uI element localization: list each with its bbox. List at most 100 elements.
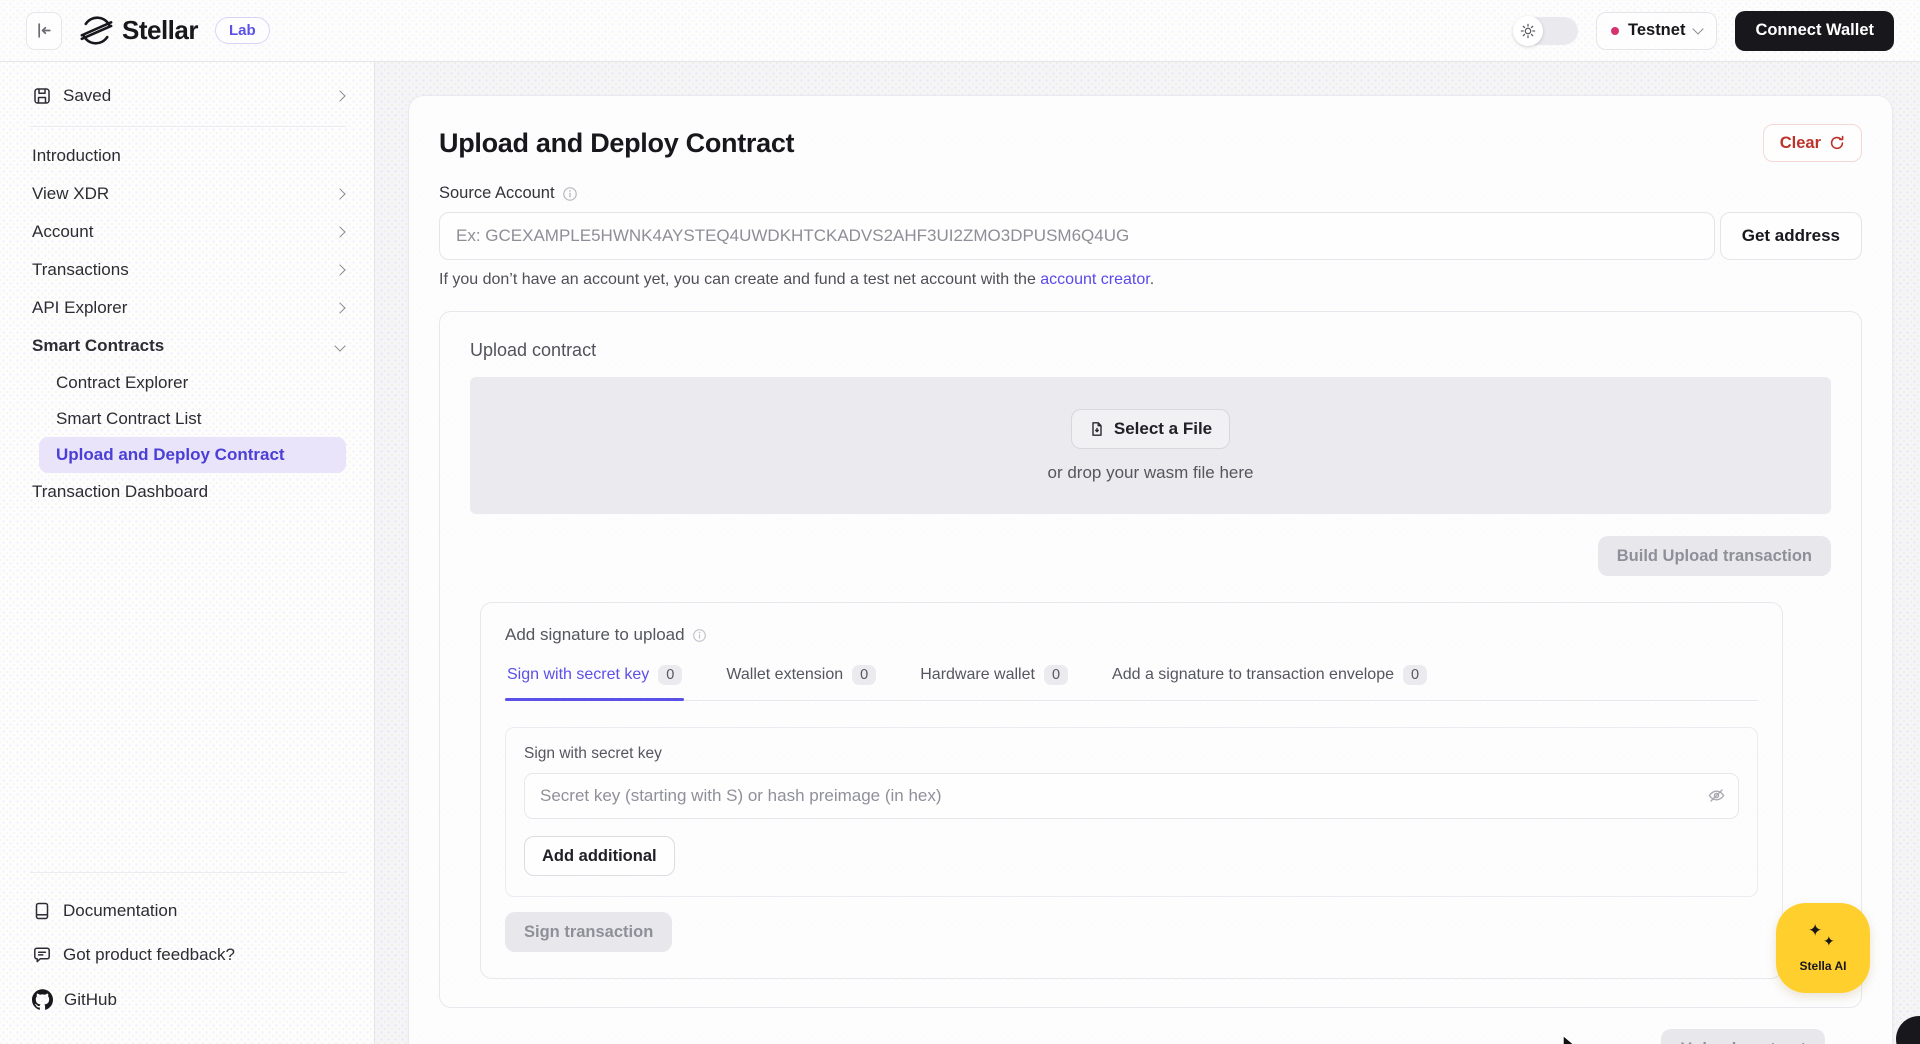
topbar-actions: Testnet Connect Wallet bbox=[1512, 10, 1894, 51]
sidebar-item-contract-explorer[interactable]: Contract Explorer bbox=[39, 365, 346, 401]
tab-count-badge: 0 bbox=[852, 665, 877, 685]
stella-ai-button[interactable]: ✦ ✦ Stella AI bbox=[1776, 903, 1870, 993]
sidebar-item-account[interactable]: Account bbox=[30, 213, 346, 251]
sidebar-item-transactions[interactable]: Transactions bbox=[30, 251, 346, 289]
sign-transaction-button[interactable]: Sign transaction bbox=[505, 912, 673, 952]
sparkle-icon: ✦ bbox=[1808, 921, 1823, 940]
sidebar-item-saved[interactable]: Saved bbox=[30, 80, 346, 112]
chevron-down-icon bbox=[334, 340, 346, 352]
sidebar-divider bbox=[30, 126, 346, 127]
top-bar: Stellar Lab Testnet Connect Wallet bbox=[0, 0, 1920, 62]
book-icon bbox=[32, 901, 52, 921]
sidebar-item-api-explorer[interactable]: API Explorer bbox=[30, 289, 346, 327]
collapse-sidebar-icon bbox=[36, 22, 53, 39]
info-icon[interactable] bbox=[562, 186, 578, 202]
upload-deploy-card: Upload and Deploy Contract Clear Source … bbox=[408, 95, 1893, 1044]
main-area: Upload and Deploy Contract Clear Source … bbox=[375, 62, 1920, 1044]
add-signature-title: Add signature to upload bbox=[505, 625, 685, 644]
theme-toggle[interactable] bbox=[1512, 15, 1578, 46]
tab-count-badge: 0 bbox=[1403, 665, 1428, 685]
chevron-right-icon bbox=[334, 226, 346, 238]
upload-contract-section: Upload contract Select a File or drop yo… bbox=[439, 311, 1862, 1008]
file-icon bbox=[1089, 421, 1105, 437]
toggle-visibility-button[interactable] bbox=[1707, 786, 1726, 805]
brand-name: Stellar bbox=[122, 15, 199, 45]
clear-button-label: Clear bbox=[1779, 133, 1821, 152]
sidebar-item-label: Introduction bbox=[32, 146, 121, 165]
source-account-helper: If you don’t have an account yet, you ca… bbox=[439, 271, 1862, 289]
sidebar-item-view-xdr[interactable]: View XDR bbox=[30, 175, 346, 213]
network-status-dot bbox=[1610, 26, 1619, 35]
source-account-input[interactable] bbox=[439, 212, 1715, 260]
select-file-button[interactable]: Select a File bbox=[1070, 408, 1231, 449]
info-icon[interactable] bbox=[692, 628, 707, 643]
sidebar-footer: Documentation Got product feedback? GitH… bbox=[30, 872, 346, 1018]
sparkle-icon: ✦ bbox=[1823, 933, 1835, 949]
sidebar-item-label: Saved bbox=[63, 86, 112, 105]
sidebar-item-label: Got product feedback? bbox=[63, 945, 236, 964]
signature-tabs: Sign with secret key 0 Wallet extension … bbox=[505, 663, 1758, 701]
stellar-logo-icon bbox=[80, 14, 113, 47]
sidebar-item-github[interactable]: GitHub bbox=[30, 981, 346, 1018]
chevron-down-icon bbox=[1692, 22, 1705, 35]
stellar-lab-app: Stellar Lab Testnet Connect Wallet Saved… bbox=[0, 0, 1920, 1044]
get-address-button[interactable]: Get address bbox=[1719, 212, 1862, 260]
sidebar-item-label: Upload and Deploy Contract bbox=[56, 445, 285, 464]
network-selector[interactable]: Testnet bbox=[1595, 11, 1718, 50]
sidebar-item-introduction[interactable]: Introduction bbox=[30, 137, 346, 175]
chevron-right-icon bbox=[334, 302, 346, 314]
wasm-dropzone[interactable]: Select a File or drop your wasm file her… bbox=[470, 377, 1831, 514]
secret-key-input[interactable] bbox=[524, 773, 1739, 819]
helper-text-prefix: If you don’t have an account yet, you ca… bbox=[439, 271, 1041, 288]
stella-ai-label: Stella AI bbox=[1799, 959, 1847, 973]
saved-icon bbox=[32, 86, 52, 106]
upload-contract-button[interactable]: Upload contract bbox=[1661, 1029, 1825, 1044]
theme-knob bbox=[1512, 15, 1543, 46]
build-upload-transaction-button[interactable]: Build Upload transaction bbox=[1597, 536, 1831, 576]
tab-count-badge: 0 bbox=[658, 665, 683, 685]
tab-wallet-extension[interactable]: Wallet extension 0 bbox=[724, 663, 878, 700]
add-additional-button[interactable]: Add additional bbox=[524, 836, 675, 876]
sidebar-item-label: Documentation bbox=[63, 901, 178, 920]
upload-contract-title: Upload contract bbox=[470, 340, 597, 360]
tab-label: Hardware wallet bbox=[920, 666, 1035, 683]
tab-label: Add a signature to transaction envelope bbox=[1112, 666, 1394, 683]
sidebar-item-label: API Explorer bbox=[32, 298, 128, 317]
corner-shape bbox=[1896, 1016, 1920, 1044]
helper-text-suffix: . bbox=[1149, 271, 1155, 288]
sidebar-item-label: GitHub bbox=[64, 989, 117, 1009]
brand-logo[interactable]: Stellar Lab bbox=[80, 14, 270, 47]
sparkles-icon: ✦ ✦ bbox=[1803, 921, 1843, 957]
sidebar-item-feedback[interactable]: Got product feedback? bbox=[30, 937, 346, 973]
lab-badge: Lab bbox=[215, 17, 270, 44]
sidebar-item-upload-and-deploy-contract[interactable]: Upload and Deploy Contract bbox=[39, 437, 346, 473]
account-creator-link[interactable]: account creator bbox=[1040, 271, 1149, 288]
sidebar-item-label: Transactions bbox=[32, 260, 129, 279]
collapse-sidebar-button[interactable] bbox=[26, 11, 62, 50]
page-title: Upload and Deploy Contract bbox=[439, 127, 795, 158]
connect-wallet-button[interactable]: Connect Wallet bbox=[1735, 10, 1894, 51]
secret-key-label: Sign with secret key bbox=[524, 745, 662, 762]
sidebar-item-transaction-dashboard[interactable]: Transaction Dashboard bbox=[30, 473, 346, 511]
sidebar-item-smart-contracts[interactable]: Smart Contracts bbox=[30, 327, 346, 365]
clear-button[interactable]: Clear bbox=[1762, 124, 1862, 162]
add-signature-section: Add signature to upload Sign with secret… bbox=[480, 602, 1783, 979]
tab-add-signature-envelope[interactable]: Add a signature to transaction envelope … bbox=[1110, 663, 1429, 700]
tab-hardware-wallet[interactable]: Hardware wallet 0 bbox=[918, 663, 1070, 700]
secret-key-form: Sign with secret key Secret key (startin… bbox=[505, 727, 1758, 897]
source-account-label: Source Account bbox=[439, 184, 555, 202]
feedback-icon bbox=[32, 945, 52, 965]
sidebar-item-smart-contract-list[interactable]: Smart Contract List bbox=[39, 401, 346, 437]
tab-label: Wallet extension bbox=[726, 666, 844, 683]
sidebar-item-documentation[interactable]: Documentation bbox=[30, 893, 346, 929]
sidebar-item-label: Smart Contract List bbox=[56, 409, 202, 428]
sidebar: Saved Introduction View XDR Account Tran… bbox=[0, 62, 375, 1044]
tab-sign-with-secret-key[interactable]: Sign with secret key 0 bbox=[505, 663, 685, 701]
sidebar-item-label: Smart Contracts bbox=[32, 336, 165, 355]
chevron-right-icon bbox=[334, 264, 346, 276]
tab-count-badge: 0 bbox=[1043, 665, 1069, 685]
chevron-right-icon bbox=[334, 188, 346, 200]
drop-hint-text: or drop your wasm file here bbox=[1047, 462, 1254, 482]
eye-slash-icon bbox=[1707, 786, 1726, 805]
github-icon bbox=[32, 989, 53, 1010]
